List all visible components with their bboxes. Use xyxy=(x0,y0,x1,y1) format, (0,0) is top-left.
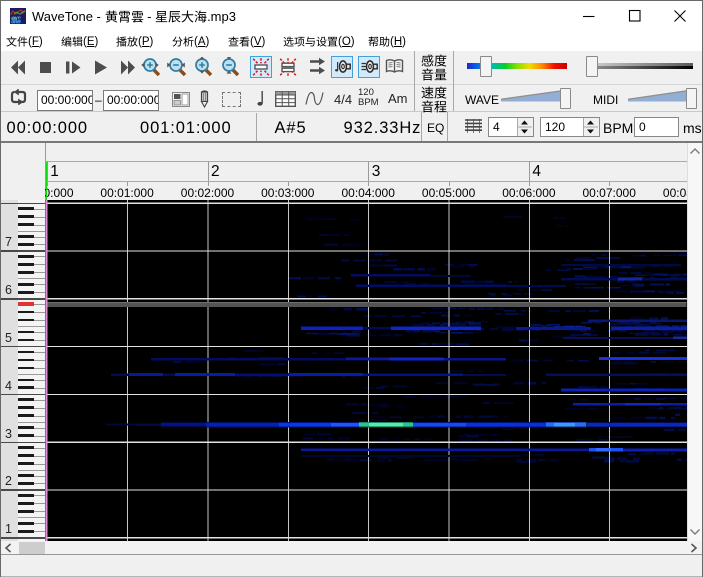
svg-text:one: one xyxy=(11,20,20,25)
